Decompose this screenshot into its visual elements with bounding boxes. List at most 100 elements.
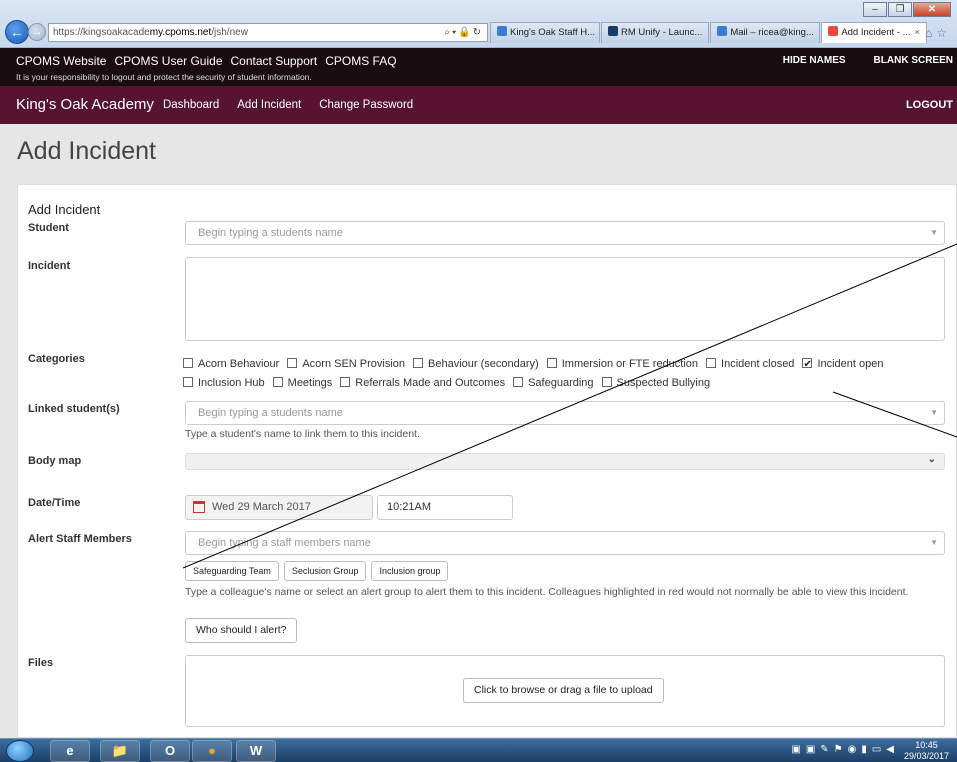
datetime-label: Date/Time: [28, 497, 81, 509]
time-input[interactable]: 10:21AM: [377, 495, 513, 520]
link-contact-support[interactable]: Contact Support: [231, 54, 318, 68]
close-window-button[interactable]: ✕: [913, 2, 951, 17]
category-checkbox[interactable]: Acorn SEN Provision: [287, 355, 405, 374]
seclusion-group-button[interactable]: Seclusion Group: [283, 561, 367, 581]
inclusion-group-button[interactable]: Inclusion group: [371, 561, 449, 581]
category-label: Referrals Made and Outcomes: [355, 377, 506, 389]
category-checkbox[interactable]: Behaviour (secondary): [413, 355, 539, 374]
linked-help-text: Type a student's name to link them to th…: [185, 428, 420, 440]
browser-chrome: – ❐ ✕ ← → https://kingsoakacade my.cpoms.…: [0, 0, 957, 48]
category-checkbox[interactable]: Inclusion Hub: [183, 374, 265, 393]
link-cpoms-website[interactable]: CPOMS Website: [16, 54, 106, 68]
forward-button[interactable]: →: [28, 23, 46, 41]
checkbox-icon[interactable]: [183, 358, 193, 368]
linked-placeholder: Begin typing a students name: [198, 407, 343, 419]
date-input[interactable]: Wed 29 March 2017: [185, 495, 373, 520]
word-taskbar-icon[interactable]: W: [236, 740, 276, 762]
category-checkbox[interactable]: Safeguarding: [513, 374, 594, 393]
categories-label: Categories: [28, 353, 85, 365]
nav-change-password[interactable]: Change Password: [319, 99, 413, 111]
clock[interactable]: 10:45 29/03/2017: [904, 740, 949, 762]
alert-staff-input[interactable]: Begin typing a staff members name ▼: [185, 531, 945, 555]
tab-favicon-icon: [717, 26, 728, 36]
checkbox-icon[interactable]: [513, 377, 524, 387]
category-checkbox[interactable]: Immersion or FTE reduction: [546, 355, 698, 374]
category-label: Behaviour (secondary): [428, 358, 539, 370]
browser-tab[interactable]: Add Incident - ... ×: [821, 22, 928, 43]
checkbox-icon[interactable]: [546, 358, 557, 368]
browser-tab[interactable]: RM Unify - Launc...: [601, 22, 710, 43]
category-checkbox[interactable]: Meetings: [272, 374, 333, 393]
chevron-down-icon: ⌄: [927, 454, 936, 465]
body-map-toggle[interactable]: ⌄: [185, 453, 945, 470]
category-checkbox[interactable]: Incident closed: [706, 355, 794, 374]
checkbox-icon[interactable]: [272, 377, 283, 387]
checkbox-checked-icon[interactable]: [802, 355, 813, 374]
category-label: Suspected Bullying: [616, 377, 711, 389]
url-path: /jsh/new: [211, 27, 248, 38]
minimize-button[interactable]: –: [863, 2, 887, 17]
link-user-guide[interactable]: CPOMS User Guide: [114, 54, 222, 68]
restore-button[interactable]: ❐: [888, 2, 912, 17]
link-cpoms-faq[interactable]: CPOMS FAQ: [325, 54, 396, 68]
categories-list: Acorn Behaviour Acorn SEN Provision Behavi…: [183, 355, 943, 393]
taskbar: e 📁 O ● W ▣▣✎⚑◉▮▭◀ 10:45 29/03/2017: [0, 738, 957, 762]
dropdown-caret-icon[interactable]: ▼: [930, 402, 938, 424]
start-button[interactable]: [6, 740, 34, 762]
browser-tab[interactable]: King's Oak Staff H...: [490, 22, 600, 43]
category-checkbox[interactable]: Suspected Bullying: [601, 374, 711, 393]
category-label: Meetings: [287, 377, 333, 389]
ie-taskbar-icon[interactable]: e: [50, 740, 90, 762]
category-label: Safeguarding: [528, 377, 594, 389]
upload-button[interactable]: Click to browse or drag a file to upload: [463, 678, 664, 703]
checkbox-icon[interactable]: [287, 358, 298, 368]
clock-date: 29/03/2017: [903, 751, 949, 761]
linked-students-input[interactable]: Begin typing a students name ▼: [185, 401, 945, 425]
hide-names-button[interactable]: HIDE NAMES: [783, 55, 846, 66]
nav-dashboard[interactable]: Dashboard: [163, 99, 219, 111]
checkbox-icon[interactable]: [183, 377, 193, 387]
add-incident-form: Add Incident Student Begin typing a stud…: [17, 184, 957, 738]
calendar-icon: [193, 501, 205, 513]
explorer-taskbar-icon[interactable]: 📁: [100, 740, 140, 762]
dropdown-caret-icon[interactable]: ▼: [930, 532, 938, 554]
category-label: Incident open: [817, 358, 884, 370]
main-nav: King's Oak Academy Dashboard Add Inciden…: [0, 86, 957, 124]
checkbox-icon[interactable]: [601, 377, 612, 387]
time-value: 10:21AM: [387, 501, 432, 513]
window-title-bar: – ❐ ✕: [0, 0, 957, 18]
student-placeholder: Begin typing a students name: [198, 227, 343, 239]
chrome-taskbar-icon[interactable]: ●: [192, 740, 232, 762]
home-favorites-icons[interactable]: ⌂☆: [925, 26, 951, 40]
brand-name[interactable]: King's Oak Academy: [16, 96, 154, 113]
address-bar[interactable]: https://kingsoakacade my.cpoms.net/jsh/ne…: [48, 23, 488, 42]
category-checkbox[interactable]: Acorn Behaviour: [183, 355, 279, 374]
alert-placeholder: Begin typing a staff members name: [198, 537, 371, 549]
outlook-taskbar-icon[interactable]: O: [150, 740, 190, 762]
search-refresh-icons[interactable]: ⌕▾🔒↻: [444, 27, 487, 38]
back-button[interactable]: ←: [5, 20, 29, 44]
safeguarding-team-button[interactable]: Safeguarding Team: [185, 561, 279, 581]
checkbox-icon[interactable]: [706, 358, 717, 368]
student-input[interactable]: Begin typing a students name ▼: [185, 221, 945, 245]
browser-tab[interactable]: Mail – ricea@king...: [710, 22, 821, 43]
incident-textarea[interactable]: [185, 257, 945, 341]
system-tray-icons[interactable]: ▣▣✎⚑◉▮▭◀: [791, 744, 899, 755]
nav-add-incident[interactable]: Add Incident: [237, 99, 301, 111]
student-label: Student: [28, 222, 69, 234]
checkbox-icon[interactable]: [340, 377, 351, 387]
category-checkbox[interactable]: Referrals Made and Outcomes: [340, 374, 505, 393]
linked-students-label: Linked student(s): [28, 403, 120, 415]
who-should-i-alert-button[interactable]: Who should I alert?: [185, 618, 298, 643]
close-tab-icon[interactable]: ×: [915, 27, 921, 38]
logout-link[interactable]: LOGOUT: [906, 99, 953, 111]
date-value: Wed 29 March 2017: [212, 501, 311, 513]
dropdown-caret-icon[interactable]: ▼: [930, 222, 938, 244]
category-label: Inclusion Hub: [198, 377, 265, 389]
checkbox-icon[interactable]: [413, 358, 424, 368]
file-drop-zone[interactable]: Click to browse or drag a file to upload: [185, 655, 945, 727]
blank-screen-button[interactable]: BLANK SCREEN: [874, 55, 953, 66]
category-checkbox[interactable]: Incident open: [802, 355, 884, 374]
category-label: Acorn Behaviour: [198, 358, 280, 370]
tab-label: Mail – ricea@king...: [730, 27, 814, 38]
